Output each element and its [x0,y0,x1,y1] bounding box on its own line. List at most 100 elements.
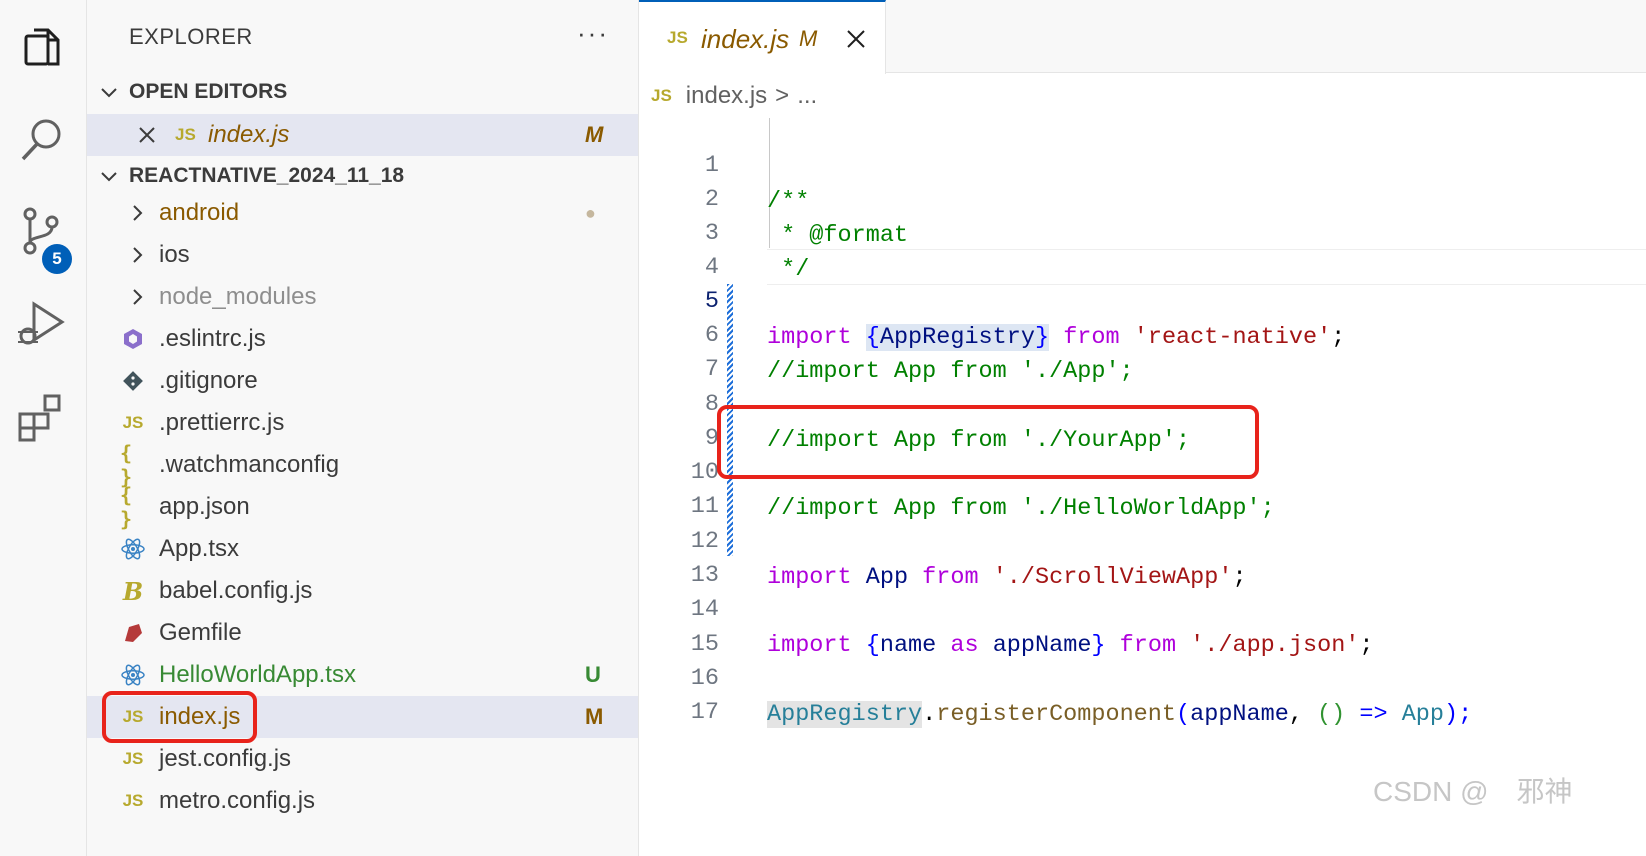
class-name: AppRegistry [767,701,923,728]
modified-badge: M [585,704,604,729]
eslint-icon [120,326,146,352]
code-line: 2 * @format [639,146,1646,249]
tree-item-android[interactable]: android ● [87,192,638,234]
tree-item-app-tsx[interactable]: App.tsx [87,528,638,570]
tree-item-label: jest.config.js [159,745,292,772]
json-file-icon: { } [120,483,133,531]
tree-item-label: ios [159,241,190,268]
tab-label: index.js [701,24,790,54]
tree-item-label: app.json [159,493,250,520]
open-editor-item[interactable]: JS index.js M [87,114,638,156]
chevron-down-icon [101,88,117,98]
run-debug-icon[interactable] [14,296,70,352]
activity-bar: 5 [0,0,87,856]
chevron-right-icon [133,289,143,305]
breadcrumb-symbols[interactable]: ... [797,82,817,110]
close-icon[interactable] [845,28,867,50]
sidebar-title: EXPLORER [129,24,253,49]
js-file-icon: JS [175,125,196,144]
code-line: 3 */ [639,180,1646,283]
highlight-box-sidebar [102,691,257,743]
search-icon[interactable] [14,112,70,168]
tree-item-label: .watchmanconfig [159,451,340,478]
js-file-icon: JS [667,28,688,47]
tree-item-ios[interactable]: ios [87,234,638,276]
modified-badge: M [585,122,604,147]
identifier: App [1401,701,1445,728]
tree-item-label: HelloWorldApp.tsx [159,661,356,688]
close-icon[interactable] [137,125,157,145]
tree-item-watchmanconfig[interactable]: { } .watchmanconfig [87,441,638,489]
tree-item-label: android [159,199,240,226]
js-file-icon: JS [122,413,144,432]
tree-item-gemfile[interactable]: Gemfile [87,612,638,654]
code-line: 8 //import App from './YourApp'; [639,351,1646,454]
function-name: registerComponent [936,701,1176,728]
tree-item-node-modules[interactable]: node_modules [87,276,638,318]
tree-item-label: metro.config.js [159,787,316,814]
react-icon [120,536,146,562]
code-line: 13 [639,522,1646,589]
js-file-icon: JS [122,749,144,768]
open-editor-filename: index.js [208,121,290,148]
tree-item-label: .gitignore [159,367,258,394]
editor-tab-bar: JS index.js M [639,0,1646,74]
tab-modified-indicator: M [799,26,818,51]
tree-item-prettierrc[interactable]: JS .prettierrc.js [87,402,638,444]
line-number: 17 [690,699,719,726]
tree-item-jest-config[interactable]: JS jest.config.js [87,738,638,780]
modified-dot: ● [585,202,596,223]
explorer-icon[interactable] [14,20,70,76]
code-line: 17 [639,659,1646,726]
chevron-right-icon [133,247,143,263]
ruby-icon [120,620,146,646]
breadcrumb-file[interactable]: index.js [686,82,767,110]
open-editors-header[interactable]: OPEN EDITORS [87,72,638,112]
extensions-icon[interactable] [14,388,70,444]
tree-item-eslintrc[interactable]: .eslintrc.js [87,318,638,360]
punctuation: . [922,701,937,728]
tree-item-babel-config[interactable]: B babel.config.js [87,570,638,612]
git-icon [120,368,146,394]
paren: ); [1444,701,1473,728]
js-file-icon: JS [122,791,144,810]
breadcrumb-separator: > [775,82,790,109]
json-file-icon: { } [120,441,133,489]
tree-item-metro-config[interactable]: JS metro.config.js [87,780,638,822]
open-editors-label: OPEN EDITORS [129,80,288,103]
paren: () [1317,701,1346,728]
react-icon [120,662,146,688]
babel-icon: B [122,576,144,606]
tree-item-label: .prettierrc.js [159,409,285,436]
tree-item-label: Gemfile [159,619,242,646]
code-editor[interactable]: 1 /** 2 * @format 3 */ 4 5 import {AppRe… [639,118,1646,856]
paren: ( [1176,701,1191,728]
tab-index-js[interactable]: JS index.js M [639,0,886,74]
tree-item-label: node_modules [159,283,317,310]
more-actions-button[interactable]: ··· [577,18,609,49]
explorer-sidebar: EXPLORER ··· OPEN EDITORS JS index.js M … [87,0,639,856]
tree-item-helloworldapp[interactable]: HelloWorldApp.tsx U [87,654,638,696]
chevron-down-icon [101,172,117,182]
tree-item-label: App.tsx [159,535,240,562]
arrow: => [1359,701,1388,728]
code-line: 12 import App from './ScrollViewApp'; [639,488,1646,591]
code-line: 1 /** [639,112,1646,215]
watermark: CSDN @ 邪神 [1373,776,1573,807]
chevron-right-icon [133,205,143,221]
js-file-icon: JS [651,86,672,105]
punctuation: , [1288,701,1318,728]
code-line: 5 import {AppRegistry} from 'react-nativ… [639,248,1646,351]
code-line: 14 import {name as appName} from './app.… [639,556,1646,659]
project-header[interactable]: REACTNATIVE_2024_11_18 [87,156,638,196]
tree-item-gitignore[interactable]: .gitignore [87,360,638,402]
project-name: REACTNATIVE_2024_11_18 [129,164,405,187]
identifier: appName [1190,701,1289,728]
code-line: 7 [639,316,1646,383]
tree-item-label: .eslintrc.js [159,325,266,352]
code-line: 4 [639,214,1646,281]
code-line: 16 AppRegistry.registerComponent(appName… [639,625,1646,728]
tree-item-app-json[interactable]: { } app.json [87,483,638,531]
source-control-badge: 5 [42,244,72,274]
tree-item-label: babel.config.js [159,577,313,604]
